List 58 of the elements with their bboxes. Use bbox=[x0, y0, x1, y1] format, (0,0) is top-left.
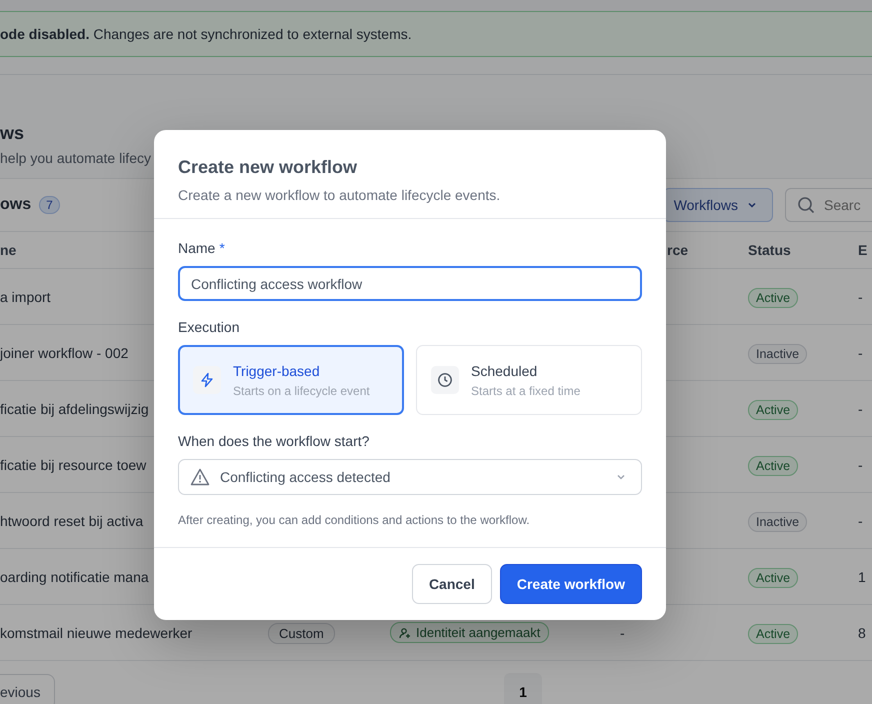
option-description: Starts on a lifecycle event bbox=[233, 384, 370, 398]
page-subtitle: help you automate lifecy bbox=[0, 150, 152, 166]
table-cell: 8 bbox=[858, 624, 866, 640]
status-badge: Active bbox=[748, 288, 798, 308]
banner-text: ode disabled. Changes are not synchronized to external systems. bbox=[0, 26, 412, 42]
field-label: When does the workflow start? bbox=[178, 433, 370, 451]
table-cell: ficatie bij resource toew bbox=[0, 456, 146, 472]
table-cell: - bbox=[858, 400, 863, 416]
table-cell: - bbox=[858, 344, 863, 360]
column-header: Status bbox=[748, 242, 791, 258]
page-title: ws bbox=[0, 122, 26, 144]
card-title: ows bbox=[0, 196, 32, 214]
trigger-select[interactable]: Conflicting access detected bbox=[178, 459, 642, 495]
column-header: rce bbox=[667, 242, 688, 258]
status-badge: Active bbox=[748, 568, 798, 588]
table-cell: - bbox=[858, 456, 863, 472]
status-badge: Active bbox=[748, 400, 798, 420]
execution-option[interactable]: Scheduled Starts at a fixed time bbox=[416, 345, 642, 415]
previous-button[interactable]: evious bbox=[0, 674, 56, 704]
table-cell: htwoord reset bij activa bbox=[0, 512, 144, 528]
table-cell: - bbox=[858, 288, 863, 304]
search-icon bbox=[797, 196, 815, 214]
option-title: Trigger-based bbox=[233, 362, 321, 378]
cancel-button[interactable]: Cancel bbox=[412, 564, 492, 604]
clock-icon bbox=[437, 372, 453, 388]
option-title: Scheduled bbox=[471, 362, 538, 378]
table-cell: oarding notificatie mana bbox=[0, 568, 149, 584]
status-badge: Inactive bbox=[748, 512, 808, 532]
search-field[interactable]: Searc bbox=[785, 188, 872, 222]
dialog-title: Create new workflow bbox=[178, 157, 358, 178]
option-description: Starts at a fixed time bbox=[471, 384, 580, 398]
execution-option[interactable]: Trigger-based Starts on a lifecycle event bbox=[178, 345, 404, 415]
name-input[interactable]: Conflicting access workflow bbox=[178, 266, 642, 301]
field-label: Execution bbox=[178, 319, 240, 337]
table-cell: a import bbox=[0, 288, 51, 304]
page-button[interactable]: 1 bbox=[504, 673, 542, 704]
field-label: Name bbox=[178, 240, 216, 258]
create-button[interactable]: Create workflow bbox=[500, 564, 642, 604]
table-cell: 1 bbox=[858, 568, 866, 584]
table-cell: - bbox=[858, 512, 863, 528]
table-cell: ficatie bij afdelingswijzig bbox=[0, 400, 149, 416]
user-plus-icon bbox=[399, 626, 411, 638]
table-cell: joiner workflow - 002 bbox=[0, 344, 128, 360]
status-badge: Inactive bbox=[748, 344, 808, 364]
trigger-tag: Identiteit aangemaakt bbox=[390, 622, 550, 643]
warning-icon bbox=[190, 468, 210, 486]
column-header: E bbox=[858, 242, 868, 258]
required-mark: * bbox=[219, 240, 225, 258]
hint-text: After creating, you can add conditions and actions to the workflow. bbox=[178, 513, 531, 527]
count-badge: 7 bbox=[39, 196, 60, 214]
status-badge: Active bbox=[748, 624, 798, 644]
type-tag: Custom bbox=[268, 622, 335, 644]
status-badge: Active bbox=[748, 456, 798, 476]
dialog-subtitle: Create a new workflow to automate lifecycle events. bbox=[178, 187, 502, 203]
table-cell: - bbox=[620, 624, 625, 640]
table-cell: komstmail nieuwe medewerker bbox=[0, 624, 192, 640]
column-header: ne bbox=[0, 242, 16, 258]
lightning-icon bbox=[199, 372, 215, 388]
